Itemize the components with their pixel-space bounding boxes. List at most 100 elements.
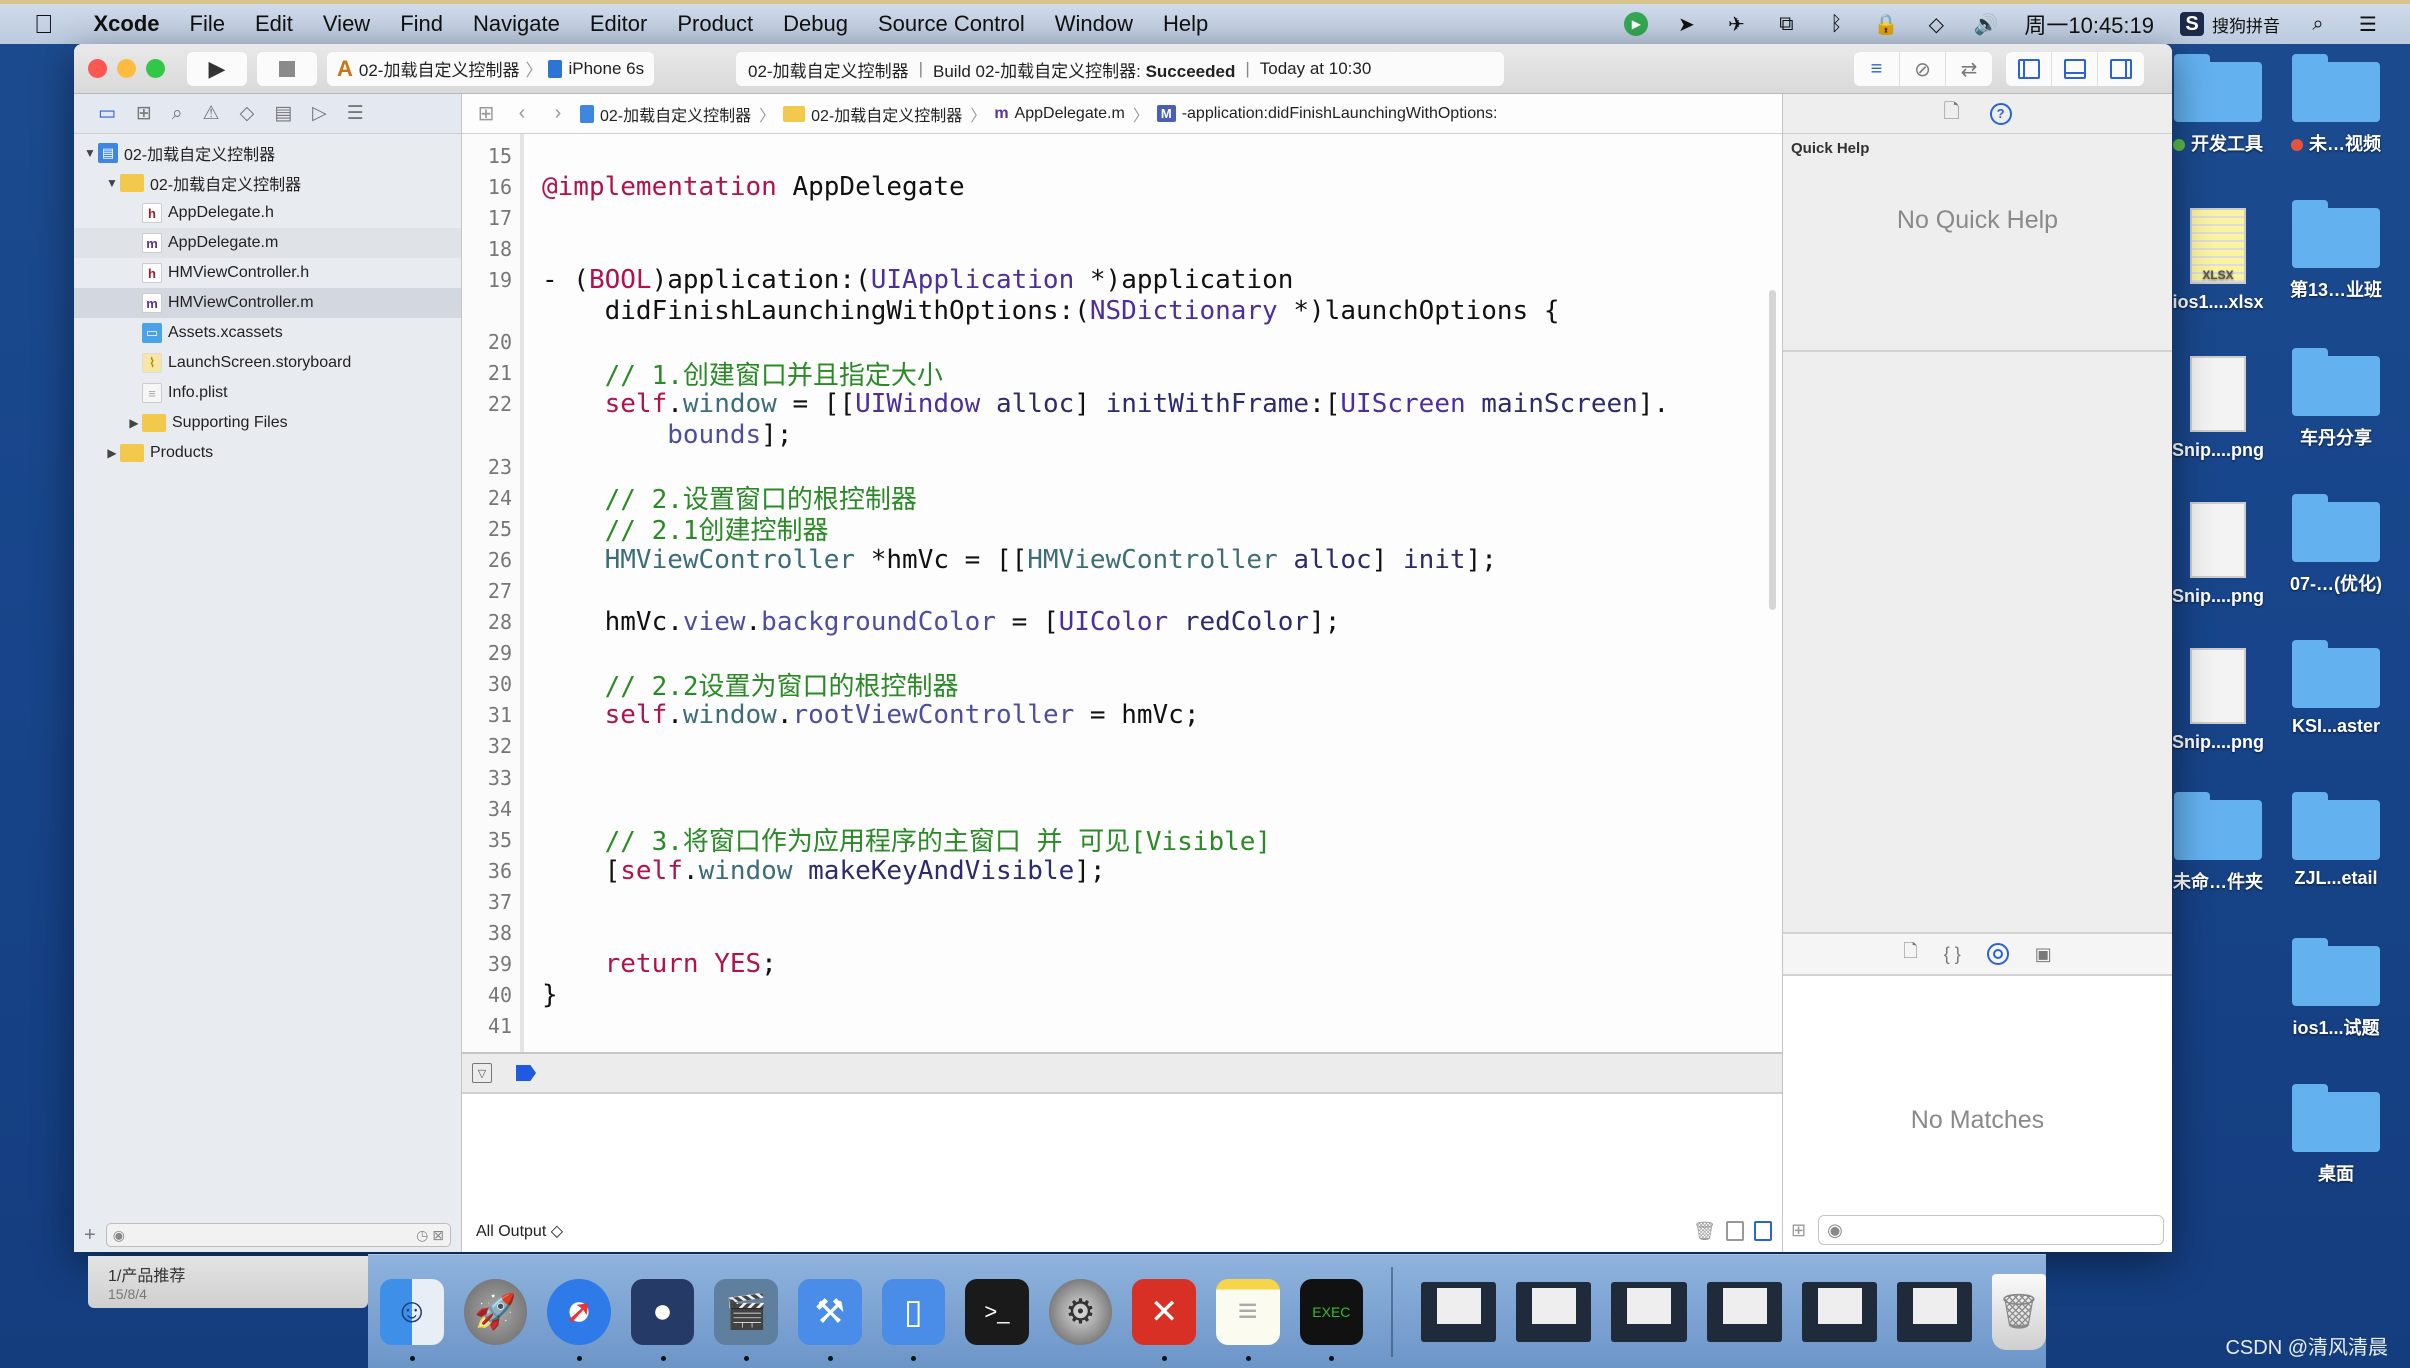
version-editor-button[interactable]: ⇄ <box>1946 52 1992 86</box>
forward-button[interactable]: › <box>544 102 572 125</box>
breadcrumb-file[interactable]: m AppDelegate.m <box>994 105 1125 123</box>
desktop-item[interactable]: 车丹分享 <box>2276 348 2396 450</box>
dock-xcode[interactable]: ⚒ <box>797 1278 862 1361</box>
breakpoints-toggle-icon[interactable] <box>516 1065 536 1081</box>
code-line[interactable]: 33 <box>462 762 1782 793</box>
code-line[interactable]: 15 <box>462 140 1782 171</box>
tree-item[interactable]: h HMViewController.h <box>74 258 461 288</box>
code-line[interactable]: 20 <box>462 327 1782 358</box>
notification[interactable]: 1/产品推荐 15/8/4 <box>88 1256 368 1308</box>
grid-view-icon[interactable]: ⊞ <box>1791 1220 1806 1241</box>
dock-console[interactable]: EXEC <box>1299 1278 1364 1361</box>
menu-product[interactable]: Product <box>677 11 753 37</box>
record-icon[interactable]: ▶ <box>1624 12 1649 36</box>
dock-simulator[interactable]: ▯ <box>881 1278 946 1361</box>
code-line[interactable]: 25 // 2.1创建控制器 <box>462 513 1782 546</box>
code-line[interactable]: 17 <box>462 202 1782 233</box>
media-library-icon[interactable]: ▣ <box>2035 944 2052 965</box>
find-navigator-tab[interactable]: ⌕ <box>172 103 183 125</box>
disclosure-closed-icon[interactable]: ▶ <box>104 446 120 460</box>
menu-source-control[interactable]: Source Control <box>878 11 1025 37</box>
recent-files-icon[interactable]: ◷ ⊠ <box>416 1227 444 1244</box>
desktop-item[interactable]: 07-…(优化) <box>2276 494 2396 596</box>
code-line[interactable]: 35 // 3.将窗口作为应用程序的主窗口 并 可见[Visible] <box>462 824 1782 857</box>
code-line[interactable]: 26 HMViewController *hmVc = [[HMViewCont… <box>462 544 1782 575</box>
navigator-filter-input[interactable]: ◉ ◷ ⊠ <box>105 1223 451 1247</box>
dock-minimized-window[interactable] <box>1516 1281 1592 1342</box>
close-button[interactable] <box>88 59 107 78</box>
disclosure-open-icon[interactable]: ▼ <box>104 176 120 190</box>
menu-app-xcode[interactable]: Xcode <box>94 11 160 37</box>
screen-record-icon[interactable]: ⧉ <box>1774 12 1798 36</box>
code-line[interactable]: didFinishLaunchingWithOptions:(NSDiction… <box>462 296 1782 327</box>
code-line[interactable]: 38 <box>462 918 1782 949</box>
tree-item[interactable]: ▼ 02-加载自定义控制器 <box>74 168 461 198</box>
desktop-item[interactable]: 桌面 <box>2276 1084 2396 1186</box>
dock-xmind[interactable]: ✕ <box>1132 1278 1196 1361</box>
desktop-item[interactable]: 第13…业班 <box>2276 200 2396 302</box>
stop-button[interactable] <box>257 51 317 86</box>
input-method-label[interactable]: 搜狗拼音 <box>2212 12 2280 37</box>
code-line[interactable]: bounds]; <box>462 420 1782 451</box>
toggle-navigator-button[interactable] <box>2006 52 2052 86</box>
dock-minimized-window[interactable] <box>1421 1281 1497 1342</box>
code-line[interactable]: 32 <box>462 731 1782 762</box>
tree-item[interactable]: m HMViewController.m <box>74 288 461 318</box>
code-line[interactable]: 36 [self.window makeKeyAndVisible]; <box>462 855 1782 886</box>
desktop-item[interactable]: XLSX ios1....xlsx <box>2158 208 2278 313</box>
menu-find[interactable]: Find <box>400 11 443 37</box>
debug-navigator-tab[interactable]: ▤ <box>274 102 292 125</box>
dock-launchpad[interactable]: 🚀 <box>463 1278 528 1345</box>
desktop-item[interactable]: Snip....png <box>2158 356 2278 461</box>
dock-terminal[interactable]: >_ <box>965 1278 1029 1345</box>
desktop-item[interactable]: ios1...试题 <box>2276 938 2396 1040</box>
menu-help[interactable]: Help <box>1163 11 1208 37</box>
code-line[interactable]: 39 return YES; <box>462 949 1782 980</box>
sogou-icon[interactable]: S <box>2180 12 2204 36</box>
dock-minimized-window[interactable] <box>1611 1281 1687 1342</box>
volume-icon[interactable]: 🔊 <box>1974 12 1999 36</box>
assistant-editor-button[interactable]: ⊘ <box>1900 52 1946 86</box>
dock-finder[interactable]: ☺ <box>380 1278 444 1361</box>
tree-item[interactable]: h AppDelegate.h <box>74 198 461 228</box>
report-navigator-tab[interactable]: ☰ <box>347 102 364 125</box>
file-inspector-icon[interactable]: 🗋 <box>1943 97 1959 131</box>
hide-debug-area-button[interactable]: ▽ <box>472 1063 492 1083</box>
back-button[interactable]: ‹ <box>508 102 536 125</box>
code-line[interactable]: 16 @implementation AppDelegate <box>462 171 1782 202</box>
menu-debug[interactable]: Debug <box>783 11 848 37</box>
console-area[interactable]: All Output ◇ 🗑 <box>462 1094 1782 1252</box>
breadcrumb-project[interactable]: 02-加载自定义控制器 <box>580 102 751 126</box>
dock-trash[interactable]: 🗑 <box>1991 1273 2046 1350</box>
desktop-item[interactable]: 未…视频 <box>2276 54 2396 156</box>
location-icon[interactable]: ➤ <box>1674 12 1698 36</box>
menu-file[interactable]: File <box>190 11 225 37</box>
menu-edit[interactable]: Edit <box>255 11 293 37</box>
spotlight-search-icon[interactable]: ⌕ <box>2306 12 2330 36</box>
desktop-item[interactable]: Snip....png <box>2158 502 2278 607</box>
airplane-icon[interactable]: ✈ <box>1724 12 1748 36</box>
code-line[interactable]: 27 <box>462 575 1782 606</box>
code-snippet-library-icon[interactable]: { } <box>1944 944 1961 965</box>
code-line[interactable]: 37 <box>462 886 1782 917</box>
minimize-button[interactable] <box>117 59 136 78</box>
add-file-button[interactable]: + <box>84 1224 96 1247</box>
zoom-button[interactable] <box>146 59 165 78</box>
code-line[interactable]: 28 hmVc.view.backgroundColor = [UIColor … <box>462 607 1782 638</box>
source-editor[interactable]: 15 16 @implementation AppDelegate 17 18 19 - (… <box>462 134 1782 1052</box>
variables-view-toggle[interactable] <box>1726 1221 1744 1241</box>
library-filter-input[interactable]: ◉ <box>1818 1215 2164 1245</box>
desktop-item[interactable]: 开发工具 <box>2158 54 2278 156</box>
menu-window[interactable]: Window <box>1055 11 1133 37</box>
run-button[interactable]: ▶ <box>187 51 247 86</box>
clock[interactable]: 周一10:45:19 <box>2024 8 2154 40</box>
tree-item[interactable]: ▼ ▤ 02-加载自定义控制器 <box>74 138 461 168</box>
menu-editor[interactable]: Editor <box>590 11 647 37</box>
dock-minimized-window[interactable] <box>1706 1281 1782 1342</box>
code-line[interactable]: 19 - (BOOL)application:(UIApplication *)a… <box>462 264 1782 295</box>
apple-logo-icon[interactable]:  <box>34 9 54 40</box>
desktop-item[interactable]: 未命…件夹 <box>2158 792 2278 894</box>
breakpoint-navigator-tab[interactable]: ▷ <box>312 102 327 125</box>
dock-mouse-app[interactable]: ● <box>630 1278 695 1361</box>
breadcrumb-method[interactable]: M -application:didFinishLaunchingWithOpti… <box>1156 105 1497 123</box>
